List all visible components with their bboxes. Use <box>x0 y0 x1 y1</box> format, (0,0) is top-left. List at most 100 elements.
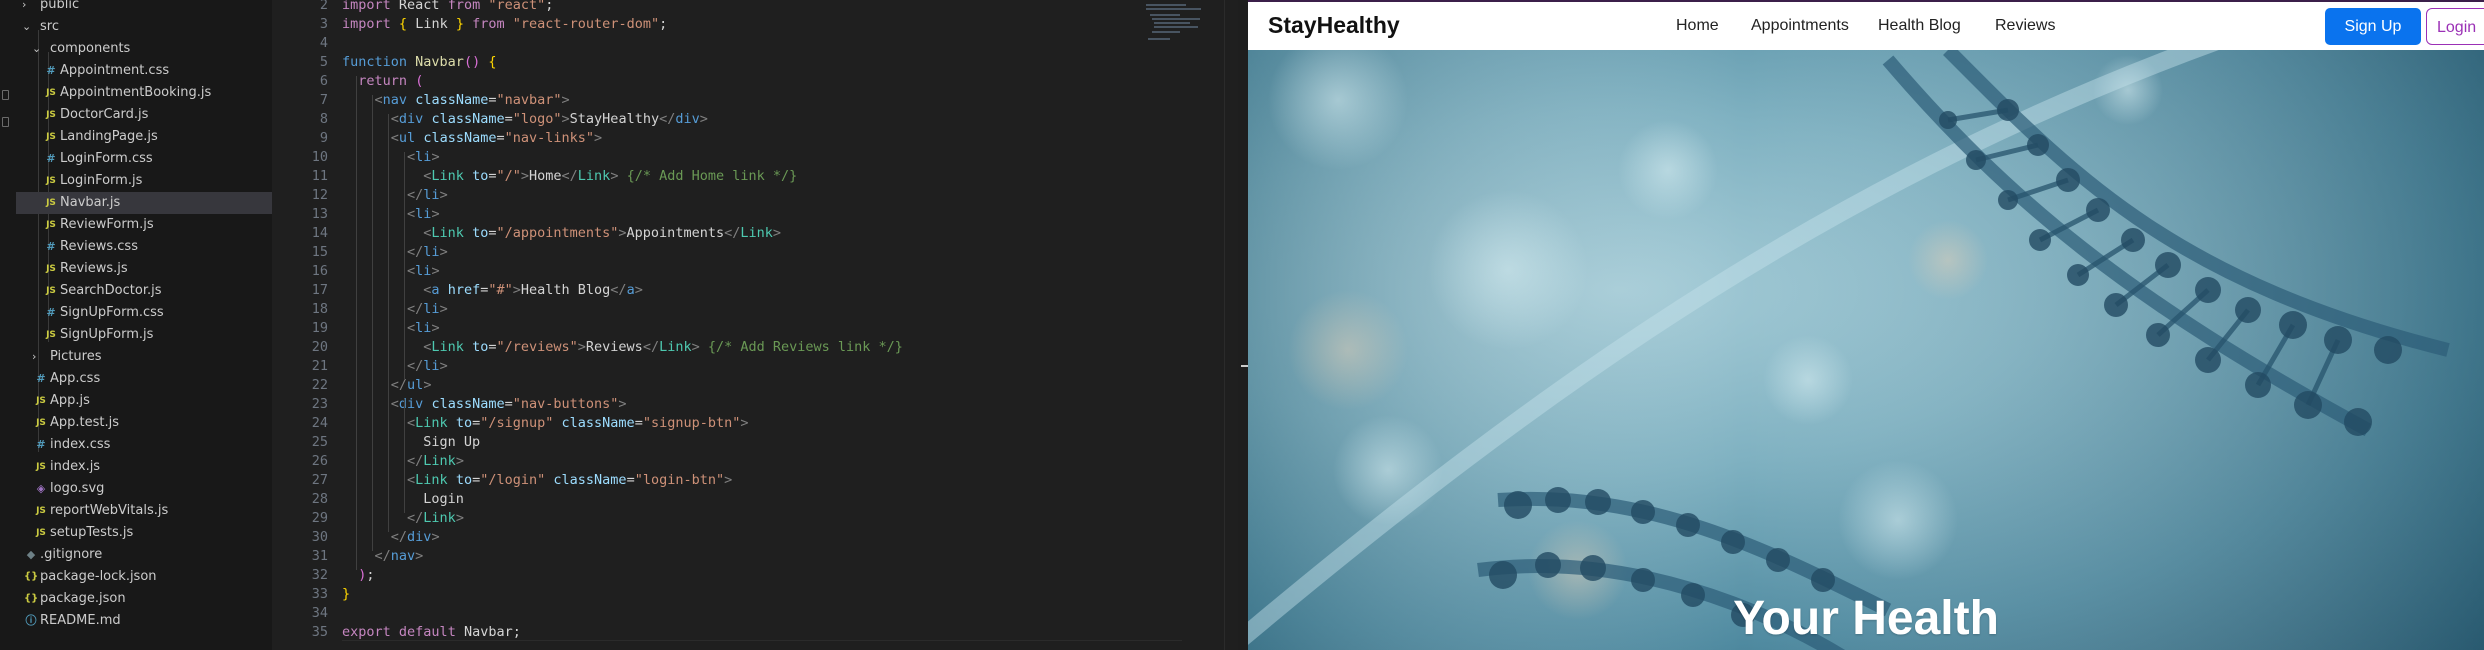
code-line[interactable]: </li> <box>342 357 448 376</box>
line-number: 21 <box>311 358 328 374</box>
js-file-icon: JS <box>46 132 56 142</box>
code-line[interactable]: </Link> <box>342 509 464 528</box>
minimap[interactable] <box>1146 0 1216 60</box>
explorer-file[interactable]: # SignUpForm.css <box>16 302 272 324</box>
js-file-icon: JS <box>36 506 46 516</box>
editor-bottom-border <box>342 640 1182 641</box>
code-line[interactable]: } <box>342 585 350 604</box>
dna-background-image <box>1248 50 2484 650</box>
file-name: public <box>40 0 80 12</box>
file-name: index.css <box>50 437 111 452</box>
file-name: index.js <box>50 459 101 474</box>
explorer-file[interactable]: JS LoginForm.js <box>16 170 272 192</box>
nav-link-home[interactable]: Home <box>1676 17 1719 35</box>
code-line[interactable]: <Link to="/signup" className="signup-btn… <box>342 414 748 433</box>
css-file-icon: # <box>36 438 46 451</box>
editor-scrollbar[interactable] <box>1224 0 1239 650</box>
file-name: package-lock.json <box>40 569 157 584</box>
code-line[interactable]: return ( <box>342 72 423 91</box>
nav-link-reviews[interactable]: Reviews <box>1995 17 2055 35</box>
explorer-file[interactable]: # Reviews.css <box>16 236 272 258</box>
code-line[interactable]: Login <box>342 490 464 509</box>
code-line[interactable]: </li> <box>342 186 448 205</box>
git-file-icon: ◆ <box>26 548 36 561</box>
code-line[interactable]: <Link to="/reviews">Reviews</Link> {/* A… <box>342 338 903 357</box>
signup-button[interactable]: Sign Up <box>2325 8 2421 45</box>
explorer-file[interactable]: JS reportWebVitals.js <box>16 500 272 522</box>
js-file-icon: JS <box>46 264 56 274</box>
js-file-icon: JS <box>36 528 46 538</box>
code-line[interactable]: function Navbar() { <box>342 53 497 72</box>
explorer-folder[interactable]: › Pictures <box>16 346 272 368</box>
js-file-icon: JS <box>46 110 56 120</box>
code-line[interactable]: </li> <box>342 300 448 319</box>
explorer-file[interactable]: {} package.json <box>16 588 272 610</box>
explorer-file[interactable]: JS SignUpForm.js <box>16 324 272 346</box>
file-name: Reviews.css <box>60 239 138 254</box>
explorer-file[interactable]: JS ReviewForm.js <box>16 214 272 236</box>
browser-preview: Your Health StayHealthy Home Appointment… <box>1248 0 2484 650</box>
line-number: 19 <box>311 320 328 336</box>
json-file-icon: {} <box>24 593 39 604</box>
code-line[interactable]: <Link to="/">Home</Link> {/* Add Home li… <box>342 167 797 186</box>
explorer-file[interactable]: JS Navbar.js <box>16 192 272 214</box>
code-line[interactable]: </nav> <box>342 547 424 566</box>
hero-title: Your Health <box>1733 592 1999 645</box>
code-line[interactable]: ); <box>342 566 374 585</box>
css-file-icon: # <box>46 64 56 77</box>
nav-link-appointments[interactable]: Appointments <box>1751 17 1849 35</box>
line-number: 35 <box>311 624 328 640</box>
explorer-file[interactable]: # index.css <box>16 434 272 456</box>
code-editor[interactable]: 2 import React from "react"; 3 import { Lin… <box>272 0 1238 650</box>
explorer-file[interactable]: JS App.test.js <box>16 412 272 434</box>
explorer-file[interactable]: JS setupTests.js <box>16 522 272 544</box>
explorer-file[interactable]: JS index.js <box>16 456 272 478</box>
explorer-file[interactable]: JS DoctorCard.js <box>16 104 272 126</box>
explorer-file[interactable]: JS LandingPage.js <box>16 126 272 148</box>
svg-file-icon: ◈ <box>36 482 46 495</box>
explorer-folder[interactable]: ⌄ src <box>16 16 272 38</box>
file-name: App.test.js <box>50 415 120 430</box>
code-line[interactable]: <Link to="/appointments">Appointments</L… <box>342 224 781 243</box>
explorer-folder[interactable]: › public <box>16 0 272 16</box>
code-line[interactable]: <Link to="/login" className="login-btn"> <box>342 471 732 490</box>
code-line[interactable]: </li> <box>342 243 448 262</box>
file-name: src <box>40 19 59 34</box>
css-file-icon: # <box>46 306 56 319</box>
indent-guide <box>404 152 405 380</box>
code-line[interactable]: </Link> <box>342 452 464 471</box>
css-file-icon: # <box>46 152 56 165</box>
login-button[interactable]: Login <box>2426 8 2484 45</box>
code-line[interactable]: <div className="nav-buttons"> <box>342 395 627 414</box>
explorer-icon[interactable] <box>2 90 9 100</box>
explorer-file[interactable]: JS Reviews.js <box>16 258 272 280</box>
explorer-file[interactable]: ◆ .gitignore <box>16 544 272 566</box>
line-number: 22 <box>311 377 328 393</box>
source-control-icon[interactable] <box>2 117 9 127</box>
site-logo[interactable]: StayHealthy <box>1268 12 1400 39</box>
explorer-file[interactable]: # Appointment.css <box>16 60 272 82</box>
explorer-file[interactable]: {} package-lock.json <box>16 566 272 588</box>
explorer-file[interactable]: JS AppointmentBooking.js <box>16 82 272 104</box>
code-line[interactable]: import { Link } from "react-router-dom"; <box>342 15 667 34</box>
explorer-file[interactable]: JS App.js <box>16 390 272 412</box>
explorer-file[interactable]: ◈ logo.svg <box>16 478 272 500</box>
pane-divider[interactable] <box>1238 0 1251 650</box>
minimap-line <box>1150 14 1180 16</box>
code-line[interactable]: <nav className="navbar"> <box>342 91 570 110</box>
explorer-file[interactable]: JS SearchDoctor.js <box>16 280 272 302</box>
indent-guide <box>404 399 405 513</box>
file-name: ReviewForm.js <box>60 217 154 232</box>
explorer-file[interactable]: # LoginForm.css <box>16 148 272 170</box>
explorer-file[interactable]: # App.css <box>16 368 272 390</box>
code-line[interactable]: Sign Up <box>342 433 480 452</box>
js-file-icon: JS <box>36 462 46 472</box>
line-number: 12 <box>311 187 328 203</box>
nav-link-health-blog[interactable]: Health Blog <box>1878 17 1961 35</box>
code-line[interactable]: import React from "react"; <box>342 0 553 15</box>
explorer-folder[interactable]: ⌄ components <box>16 38 272 60</box>
code-line[interactable]: <div className="logo">StayHealthy</div> <box>342 110 708 129</box>
line-number: 4 <box>319 35 328 51</box>
explorer-file[interactable]: ⓘ README.md <box>16 610 272 632</box>
code-line[interactable]: <ul className="nav-links"> <box>342 129 602 148</box>
